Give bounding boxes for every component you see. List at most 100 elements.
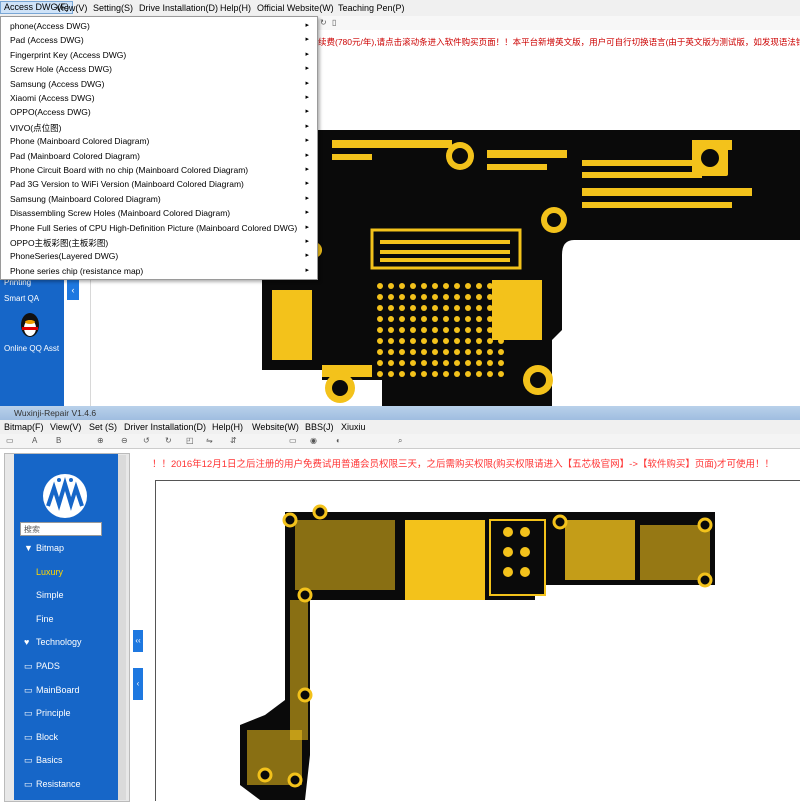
mainboard-diagram[interactable] bbox=[262, 130, 800, 410]
zoom-in-icon[interactable]: ⊕ bbox=[97, 436, 104, 445]
menu-xiuxiu[interactable]: Xiuxiu bbox=[341, 422, 366, 432]
notice-banner[interactable]: ！！2016年12月1日之后注册的用户免费试用普通会员权限三天，之后需购买权限(… bbox=[152, 456, 800, 470]
nav-label: Simple bbox=[36, 590, 64, 601]
dropdown-item[interactable]: PhoneSeries(Layered DWG) ▸ bbox=[1, 249, 317, 263]
menu-official-website[interactable]: Official Website(W) bbox=[257, 3, 334, 13]
dropdown-item-label: Phone (Mainboard Colored Diagram) bbox=[10, 136, 150, 147]
menu-bitmap[interactable]: Bitmap(F) bbox=[4, 422, 44, 432]
menu-help[interactable]: Help(H) bbox=[212, 422, 243, 432]
nav-label: Principle bbox=[36, 708, 71, 719]
bold-icon[interactable]: B bbox=[56, 436, 61, 445]
color-icon[interactable]: ◐ bbox=[336, 436, 341, 445]
dropdown-item[interactable]: Fingerprint Key (Access DWG) ▸ bbox=[1, 48, 317, 62]
flip-icon[interactable]: ⇵ bbox=[230, 436, 237, 445]
dropdown-item[interactable]: Samsung (Access DWG) ▸ bbox=[1, 77, 317, 91]
notice-banner[interactable]: 续费(780元/年),请点击滚动条进入软件购买页面！！本平台新增英文版，用户可自… bbox=[318, 36, 800, 50]
submenu-arrow-icon: ▸ bbox=[305, 108, 309, 116]
submenu-arrow-icon: ▸ bbox=[305, 50, 309, 58]
dropdown-item[interactable]: Xiaomi (Access DWG) ▸ bbox=[1, 91, 317, 105]
dropdown-item-label: VIVO(点位图) bbox=[10, 122, 62, 133]
menu-setting[interactable]: Setting(S) bbox=[93, 3, 133, 13]
nav-icon: ▭ bbox=[24, 708, 33, 719]
nav-item-mainboard[interactable]: ▭ MainBoard bbox=[24, 685, 80, 696]
nav-item-basics[interactable]: ▭ Basics bbox=[24, 755, 63, 766]
menu-help[interactable]: Help(H) bbox=[220, 3, 251, 13]
nav-label: Basics bbox=[36, 755, 63, 766]
nav-item-block[interactable]: ▭ Block bbox=[24, 732, 58, 743]
submenu-arrow-icon: ▸ bbox=[305, 94, 309, 101]
menu-drive-installation[interactable]: Drive Installation(D) bbox=[139, 3, 218, 13]
nav-icon: ♥ bbox=[24, 637, 30, 648]
sidebar-online-qq-asst[interactable]: Online QQ Asst bbox=[4, 344, 59, 353]
toggle-icon[interactable]: ▭ bbox=[289, 436, 297, 445]
dropdown-item-label: Samsung (Mainboard Colored Diagram) bbox=[10, 193, 161, 204]
text-icon[interactable]: A bbox=[32, 436, 37, 445]
menu-view[interactable]: View(V) bbox=[50, 422, 81, 432]
dropdown-item[interactable]: Phone (Mainboard Colored Diagram) ▸ bbox=[1, 134, 317, 148]
submenu-arrow-icon: ▸ bbox=[305, 266, 309, 274]
dropdown-item[interactable]: Phone series chip (resistance map) ▸ bbox=[1, 264, 317, 278]
dropdown-item[interactable]: Pad (Access DWG) ▸ bbox=[1, 33, 317, 47]
zoom-out-icon[interactable]: ⊖ bbox=[121, 436, 128, 445]
nav-label: PADS bbox=[36, 661, 60, 671]
dropdown-item[interactable]: Disassembling Screw Holes (Mainboard Col… bbox=[1, 206, 317, 220]
nav-icon: ▭ bbox=[24, 684, 33, 695]
nav-item-resistance[interactable]: ▭ Resistance bbox=[24, 779, 81, 790]
submenu-arrow-icon: ▸ bbox=[305, 166, 309, 173]
menu-view[interactable]: View(V) bbox=[56, 3, 87, 13]
search-input[interactable]: 搜索 ⌕ bbox=[20, 522, 102, 536]
mainboard-diagram-2[interactable] bbox=[235, 500, 725, 800]
nav-item-fine[interactable]: Fine bbox=[24, 614, 54, 624]
dropdown-item[interactable]: Phone Circuit Board with no chip (Mainbo… bbox=[1, 163, 317, 177]
rotate-icon[interactable]: ↻ bbox=[320, 18, 327, 27]
dropdown-item-label: Pad (Mainboard Colored Diagram) bbox=[10, 150, 140, 161]
dropdown-item-label: Screw Hole (Access DWG) bbox=[10, 64, 113, 75]
rotate-right-icon[interactable]: ↻ bbox=[165, 436, 172, 445]
nav-icon: ▭ bbox=[24, 755, 33, 766]
dropdown-item[interactable]: OPPO主板彩图(主板彩图) ▸ bbox=[1, 235, 317, 249]
nav-item-technology[interactable]: ♥ Technology bbox=[24, 637, 82, 647]
nav-item-bitmap[interactable]: ▼ Bitmap bbox=[24, 543, 64, 553]
collapse-sidebar-button[interactable]: ‹ bbox=[67, 280, 79, 300]
dropdown-item[interactable]: phone(Access DWG) ▸ bbox=[1, 19, 317, 33]
dropdown-item[interactable]: Samsung (Mainboard Colored Diagram) ▸ bbox=[1, 192, 317, 206]
nav-item-pads[interactable]: ▭ PADS bbox=[24, 661, 60, 672]
mirror-icon[interactable]: ⇋ bbox=[206, 436, 213, 445]
dropdown-item[interactable]: Screw Hole (Access DWG) ▸ bbox=[1, 62, 317, 76]
top-sidebar: Printing Smart QA Online QQ Asst bbox=[0, 270, 64, 410]
dropdown-item-label: Phone series chip (resistance map) bbox=[10, 265, 144, 276]
submenu-arrow-icon: ▸ bbox=[305, 252, 309, 260]
dropdown-item[interactable]: OPPO(Access DWG) ▸ bbox=[1, 105, 317, 119]
access-dwg-dropdown: phone(Access DWG) ▸ Pad (Access DWG) ▸ Finge… bbox=[0, 16, 318, 280]
search-icon[interactable]: ⌕ bbox=[24, 523, 99, 534]
frame-icon[interactable]: ▭ bbox=[6, 436, 14, 445]
dropdown-item-label: OPPO主板彩图(主板彩图) bbox=[10, 238, 109, 248]
top-menubar: Access DWG(F) View(V) Setting(S) Drive I… bbox=[0, 0, 800, 17]
dropdown-item[interactable]: Phone Full Series of CPU High-Definition… bbox=[1, 221, 317, 235]
search-icon[interactable]: ⌕ bbox=[398, 436, 402, 446]
menu-driver-installation[interactable]: Driver Installation(D) bbox=[124, 422, 206, 432]
dropdown-item[interactable]: Pad 3G Version to WiFi Version (Mainboar… bbox=[1, 177, 317, 191]
menu-bbs[interactable]: BBS(J) bbox=[305, 422, 334, 432]
fit-icon[interactable]: ◰ bbox=[186, 436, 194, 445]
collapse-arrow-button[interactable]: ‹ bbox=[133, 668, 143, 700]
menu-website[interactable]: Website(W) bbox=[252, 422, 299, 432]
nav-item-principle[interactable]: ▭ Principle bbox=[24, 708, 71, 719]
dropdown-item[interactable]: VIVO(点位图) ▸ bbox=[1, 120, 317, 134]
qq-penguin-icon[interactable] bbox=[18, 310, 42, 338]
menu-teaching-pen[interactable]: Teaching Pen(P) bbox=[338, 3, 405, 13]
submenu-arrow-icon: ▸ bbox=[305, 180, 309, 188]
nav-item-simple[interactable]: Simple bbox=[24, 590, 64, 600]
menu-set[interactable]: Set (S) bbox=[89, 422, 117, 432]
sidebar-smart-qa[interactable]: Smart QA bbox=[4, 294, 39, 303]
submenu-arrow-icon: ▸ bbox=[305, 65, 309, 73]
top-window: Access DWG(F) View(V) Setting(S) Drive I… bbox=[0, 0, 800, 410]
document-icon[interactable]: ▯ bbox=[332, 18, 336, 27]
dropdown-item[interactable]: Pad (Mainboard Colored Diagram) ▸ bbox=[1, 149, 317, 163]
rotate-left-icon[interactable]: ↺ bbox=[143, 436, 150, 445]
collapse-double-arrow-button[interactable]: ‹‹ bbox=[133, 630, 143, 652]
nav-item-luxury[interactable]: Luxury bbox=[24, 567, 63, 577]
sidebar-scrollbar[interactable] bbox=[118, 455, 126, 800]
submenu-arrow-icon: ▸ bbox=[305, 36, 309, 44]
eye-icon[interactable]: ◉ bbox=[310, 436, 317, 445]
